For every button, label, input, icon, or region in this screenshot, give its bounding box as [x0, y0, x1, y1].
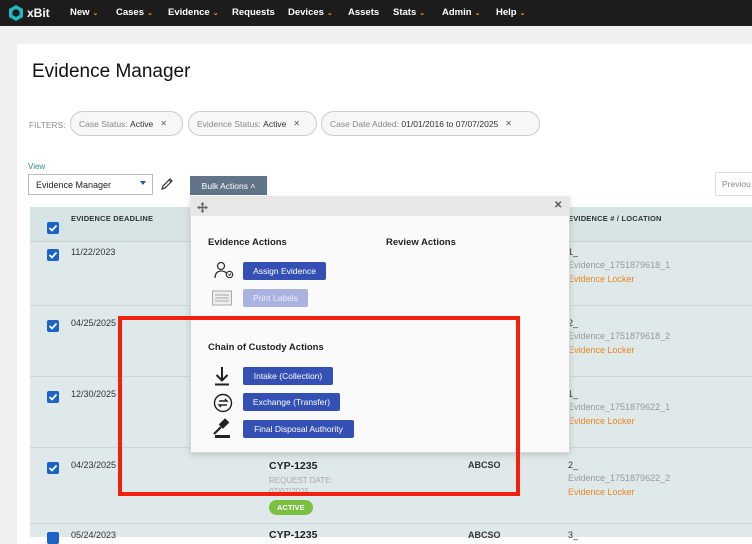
xbit-logo-icon[interactable]: [9, 5, 23, 21]
nav-new[interactable]: New ⌄: [70, 7, 98, 18]
close-icon[interactable]: ✕: [293, 119, 300, 128]
row-checkbox[interactable]: [47, 249, 59, 261]
row-evidence-name: Evidence_1751879622_2: [568, 473, 671, 483]
popup-header: [190, 196, 570, 216]
row-location: Evidence Locker: [568, 345, 635, 355]
print-labels-button[interactable]: Print Labels: [243, 289, 308, 307]
nav-cases[interactable]: Cases ⌄: [116, 7, 153, 18]
brand-name[interactable]: xBit: [27, 6, 50, 20]
row-checkbox[interactable]: [47, 320, 59, 332]
filter-chip-evidence-status[interactable]: Evidence Status: Active ✕: [188, 111, 317, 136]
pencil-edit-icon[interactable]: [160, 177, 174, 191]
row-location: Evidence Locker: [568, 274, 635, 284]
page-title: Evidence Manager: [32, 61, 191, 82]
close-icon[interactable]: ✕: [160, 119, 167, 128]
row-checkbox[interactable]: [47, 391, 59, 403]
row-agency: ABCSO: [468, 530, 501, 540]
evidence-actions-title: Evidence Actions: [208, 237, 287, 248]
close-icon[interactable]: ✕: [505, 119, 512, 128]
nav-evidence[interactable]: Evidence ⌄: [168, 7, 219, 18]
row-evidence-number[interactable]: 3_: [568, 530, 578, 540]
row-evidence-number[interactable]: 2_: [568, 460, 578, 470]
chip-value: Active: [130, 118, 154, 129]
row-deadline: 12/30/2025: [71, 389, 117, 399]
view-label: View: [28, 162, 46, 171]
row-deadline: 05/24/2023: [71, 530, 117, 540]
close-popup-icon[interactable]: ✕: [554, 200, 562, 211]
status-badge: ACTIVE: [269, 500, 313, 515]
header-evidence-deadline[interactable]: EVIDENCE DEADLINE: [71, 214, 153, 223]
row-checkbox[interactable]: [47, 462, 59, 474]
chip-name: Evidence Status:: [197, 118, 261, 129]
nav-assets[interactable]: Assets: [348, 7, 379, 18]
filter-chip-case-date-added[interactable]: Case Date Added: 01/01/2016 to 07/07/202…: [321, 111, 540, 136]
filters-label: FILTERS:: [29, 121, 66, 130]
move-handle-icon[interactable]: [197, 200, 208, 218]
row-divider: [30, 523, 752, 524]
row-deadline: 11/22/2023: [71, 247, 116, 257]
bulk-actions-button[interactable]: Bulk Actions ˄: [190, 176, 267, 195]
chip-value: Active: [263, 118, 287, 129]
view-select-value: Evidence Manager: [36, 180, 112, 190]
nav-admin[interactable]: Admin ⌄: [442, 7, 480, 18]
row-location: Evidence Locker: [568, 416, 635, 426]
row-location: Evidence Locker: [568, 487, 635, 497]
header-evidence-location[interactable]: EVIDENCE # / LOCATION: [568, 214, 662, 223]
assign-evidence-button[interactable]: Assign Evidence: [243, 262, 326, 280]
chip-value: 01/01/2016 to 07/07/2025: [401, 118, 499, 129]
row-case-number[interactable]: CYP-1235: [269, 529, 317, 541]
filter-chip-case-status[interactable]: Case Status: Active ✕: [70, 111, 183, 136]
row-evidence-name: Evidence_1751879618_2: [568, 331, 671, 341]
highlight-box: [118, 316, 520, 496]
printer-icon: [212, 290, 232, 311]
row-evidence-name: Evidence_1751879622_1: [568, 402, 671, 412]
row-deadline: 04/25/2025: [71, 318, 117, 328]
previous-button[interactable]: Previou: [715, 172, 752, 196]
nav-stats[interactable]: Stats ⌄: [393, 7, 425, 18]
nav-help[interactable]: Help ⌄: [496, 7, 525, 18]
row-deadline: 04/23/2025: [71, 460, 117, 470]
dropdown-arrow-icon: [140, 181, 146, 185]
row-evidence-name: Evidence_1751879618_1: [568, 260, 671, 270]
nav-requests[interactable]: Requests: [232, 7, 275, 18]
select-all-checkbox[interactable]: [47, 222, 59, 234]
chip-name: Case Status:: [79, 118, 128, 129]
review-actions-title: Review Actions: [386, 237, 456, 248]
view-select[interactable]: Evidence Manager: [28, 174, 153, 195]
assign-user-icon: [214, 261, 234, 284]
row-checkbox[interactable]: [47, 532, 59, 544]
nav-devices[interactable]: Devices ⌄: [288, 7, 333, 18]
chip-name: Case Date Added:: [330, 118, 399, 129]
